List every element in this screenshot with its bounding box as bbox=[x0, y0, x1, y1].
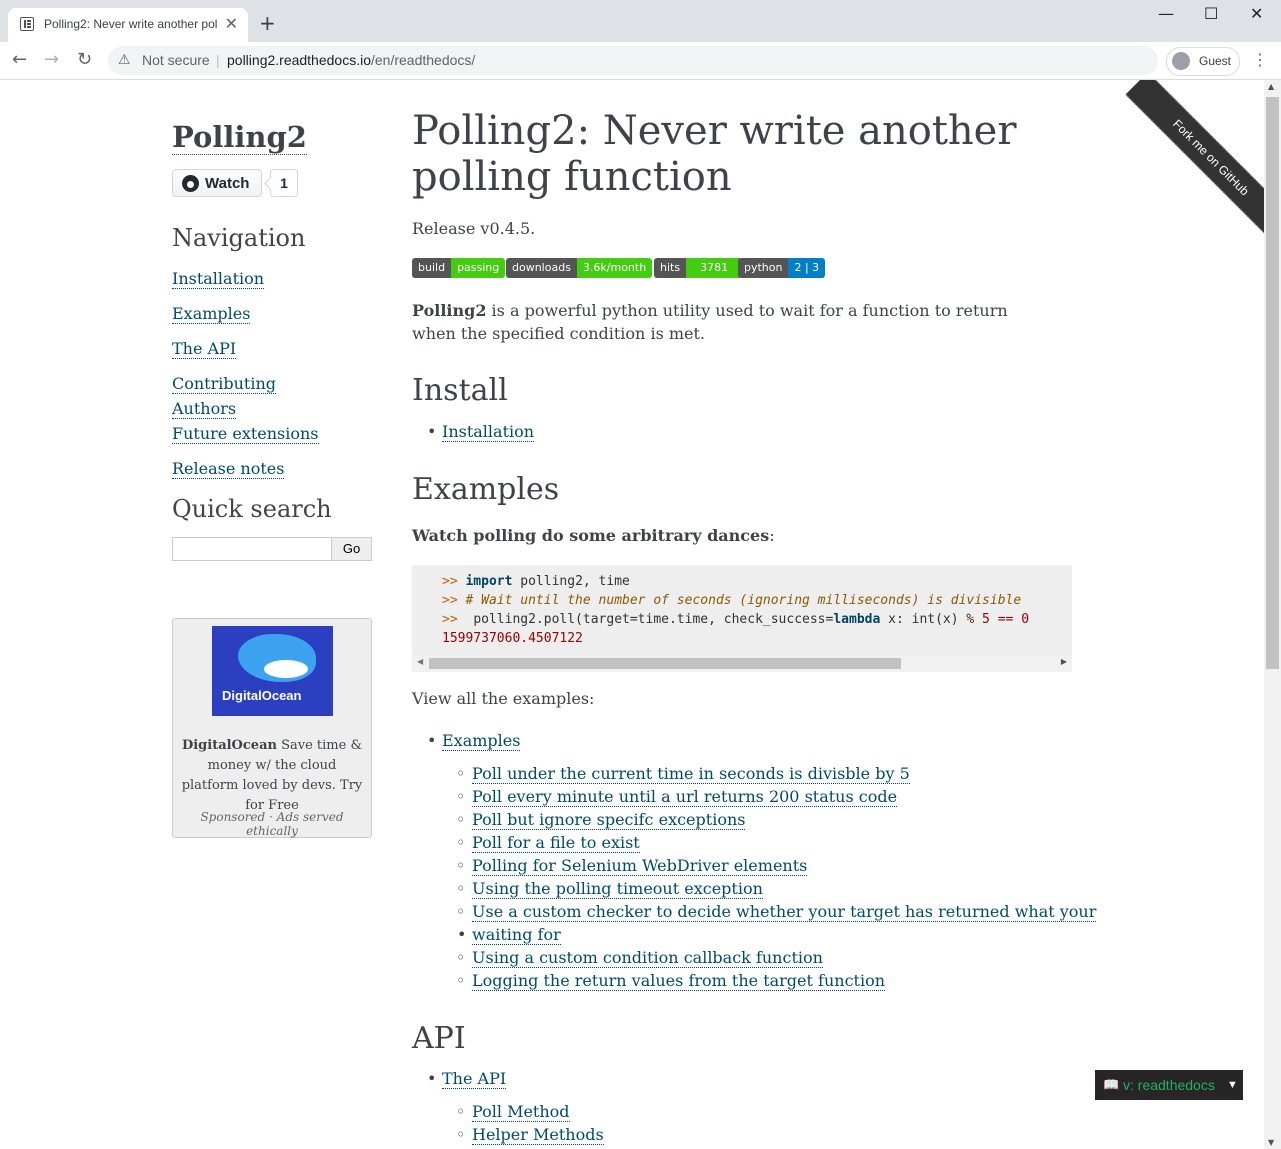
profile-label: Guest bbox=[1199, 54, 1232, 68]
url-text[interactable]: polling2.readthedocs.io/en/readthedocs/ bbox=[227, 52, 475, 68]
example-item[interactable]: Using the polling timeout exception bbox=[456, 879, 763, 899]
sponsor-ad: DigitalOcean DigitalOcean Save time & mo… bbox=[172, 618, 372, 838]
code-block: >> import polling2, time >> # Wait until… bbox=[412, 565, 1072, 672]
example-item[interactable]: Use a custom checker to decide whether y… bbox=[456, 902, 1097, 922]
scroll-up-icon[interactable]: ▲ bbox=[1268, 82, 1274, 91]
menu-kebab-icon[interactable]: ⋮ bbox=[1252, 50, 1268, 69]
scroll-down-icon[interactable]: ▼ bbox=[1268, 1138, 1274, 1147]
sidebar-item-authors[interactable]: Authors bbox=[172, 399, 237, 419]
release-version: Release v0.4.5. bbox=[412, 219, 536, 238]
badge-python[interactable]: python 2 | 3 bbox=[738, 258, 826, 278]
example-item[interactable]: Polling for Selenium WebDriver elements bbox=[456, 856, 808, 876]
browser-toolbar: ← → ↻ ⚠ Not secure | polling2.readthedoc… bbox=[0, 42, 1281, 80]
fork-me-ribbon[interactable]: Fork me on GitHub bbox=[1125, 80, 1264, 244]
view-all-text: View all the examples: bbox=[412, 689, 595, 708]
address-bar[interactable]: ⚠ Not secure | polling2.readthedocs.io/e… bbox=[108, 46, 1158, 75]
badge-hits[interactable]: hits 3781 bbox=[654, 258, 743, 278]
search-go-button[interactable]: Go bbox=[331, 537, 372, 561]
watch-label: Watch bbox=[205, 175, 250, 192]
quick-search-heading: Quick search bbox=[172, 495, 332, 523]
scroll-left-icon[interactable]: ◀ bbox=[417, 657, 423, 666]
not-secure-label[interactable]: Not secure bbox=[142, 52, 210, 68]
examples-intro: Watch polling do some arbitrary dances: bbox=[412, 526, 775, 545]
minimize-icon[interactable]: — bbox=[1158, 4, 1174, 23]
code-horizontal-scrollbar[interactable]: ◀ ▶ bbox=[412, 655, 1072, 672]
sidebar-item-contributing[interactable]: Contributing bbox=[172, 374, 277, 394]
example-item[interactable]: Poll every minute until a url returns 20… bbox=[456, 787, 898, 807]
github-icon bbox=[182, 175, 199, 192]
avatar-icon bbox=[1172, 52, 1190, 70]
document-icon bbox=[20, 17, 34, 31]
ad-text[interactable]: DigitalOcean Save time & money w/ the cl… bbox=[179, 736, 365, 816]
page-scrollbar[interactable]: ▲ ▼ bbox=[1264, 80, 1281, 1149]
tab-title: Polling2: Never write another pol bbox=[44, 17, 218, 31]
page-scroll-thumb[interactable] bbox=[1266, 97, 1279, 669]
api-item[interactable]: Helper Methods bbox=[456, 1125, 604, 1145]
examples-link[interactable]: Examples bbox=[427, 731, 521, 751]
sidebar-item-installation[interactable]: Installation bbox=[172, 269, 265, 289]
sidebar-item-future-extensions[interactable]: Future extensions bbox=[172, 424, 319, 444]
install-link[interactable]: Installation bbox=[427, 422, 535, 442]
separator: | bbox=[216, 52, 220, 68]
ad-image[interactable]: DigitalOcean bbox=[212, 626, 333, 716]
browser-tab[interactable]: Polling2: Never write another pol ✕ bbox=[8, 8, 248, 42]
example-item-continued[interactable]: waiting for bbox=[457, 925, 561, 945]
version-label: v: readthedocs bbox=[1123, 1077, 1215, 1093]
shark-belly bbox=[264, 660, 308, 678]
page-title: Polling2: Never write another polling fu… bbox=[412, 108, 1017, 200]
example-item[interactable]: Logging the return values from the targe… bbox=[456, 971, 886, 991]
page-content: Polling2 Watch 1 Navigation Installation… bbox=[0, 80, 1264, 1149]
github-watch-button[interactable]: Watch bbox=[172, 169, 262, 197]
api-heading: API bbox=[412, 1021, 466, 1056]
new-tab-button[interactable]: + bbox=[259, 11, 276, 35]
badge-build[interactable]: build passing bbox=[412, 258, 506, 278]
scroll-right-icon[interactable]: ▶ bbox=[1061, 657, 1067, 666]
code-scroll-thumb[interactable] bbox=[429, 658, 901, 669]
api-link[interactable]: The API bbox=[427, 1069, 507, 1089]
maximize-icon[interactable]: ☐ bbox=[1204, 4, 1218, 23]
search-input[interactable] bbox=[172, 537, 332, 561]
ad-footer[interactable]: Sponsored · Ads served ethically bbox=[173, 810, 371, 838]
badge-downloads[interactable]: downloads 3.6k/month bbox=[506, 258, 653, 278]
forward-icon[interactable]: → bbox=[44, 49, 59, 70]
watch-count[interactable]: 1 bbox=[270, 169, 298, 197]
close-tab-icon[interactable]: ✕ bbox=[225, 14, 238, 34]
install-heading: Install bbox=[412, 373, 508, 408]
navigation-heading: Navigation bbox=[172, 224, 306, 252]
sidebar-item-release-notes[interactable]: Release notes bbox=[172, 459, 285, 479]
examples-heading: Examples bbox=[412, 472, 560, 507]
sidebar-item-examples[interactable]: Examples bbox=[172, 304, 251, 324]
profile-button[interactable]: Guest bbox=[1166, 47, 1240, 76]
example-item[interactable]: Poll for a file to exist bbox=[456, 833, 640, 853]
book-icon: 📖 bbox=[1103, 1077, 1120, 1092]
example-item[interactable]: Poll under the current time in seconds i… bbox=[456, 764, 910, 784]
caret-down-icon: ▼ bbox=[1227, 1079, 1238, 1091]
intro-paragraph: Polling2 is a powerful python utility us… bbox=[412, 301, 1008, 343]
sidebar-item-the-api[interactable]: The API bbox=[172, 339, 237, 359]
example-item[interactable]: Using a custom condition callback functi… bbox=[456, 948, 823, 968]
ad-image-brand: DigitalOcean bbox=[222, 688, 302, 703]
site-logo[interactable]: Polling2 bbox=[172, 120, 307, 155]
close-window-icon[interactable]: ✕ bbox=[1250, 4, 1263, 23]
browser-titlebar: Polling2: Never write another pol ✕ + — … bbox=[0, 0, 1281, 42]
back-icon[interactable]: ← bbox=[12, 49, 27, 70]
api-item[interactable]: Poll Method bbox=[456, 1102, 570, 1122]
reload-icon[interactable]: ↻ bbox=[77, 49, 92, 70]
warning-icon[interactable]: ⚠ bbox=[118, 51, 131, 68]
version-selector[interactable]: 📖 v: readthedocs ▼ bbox=[1095, 1070, 1243, 1100]
example-item[interactable]: Poll but ignore specifc exceptions bbox=[456, 810, 746, 830]
